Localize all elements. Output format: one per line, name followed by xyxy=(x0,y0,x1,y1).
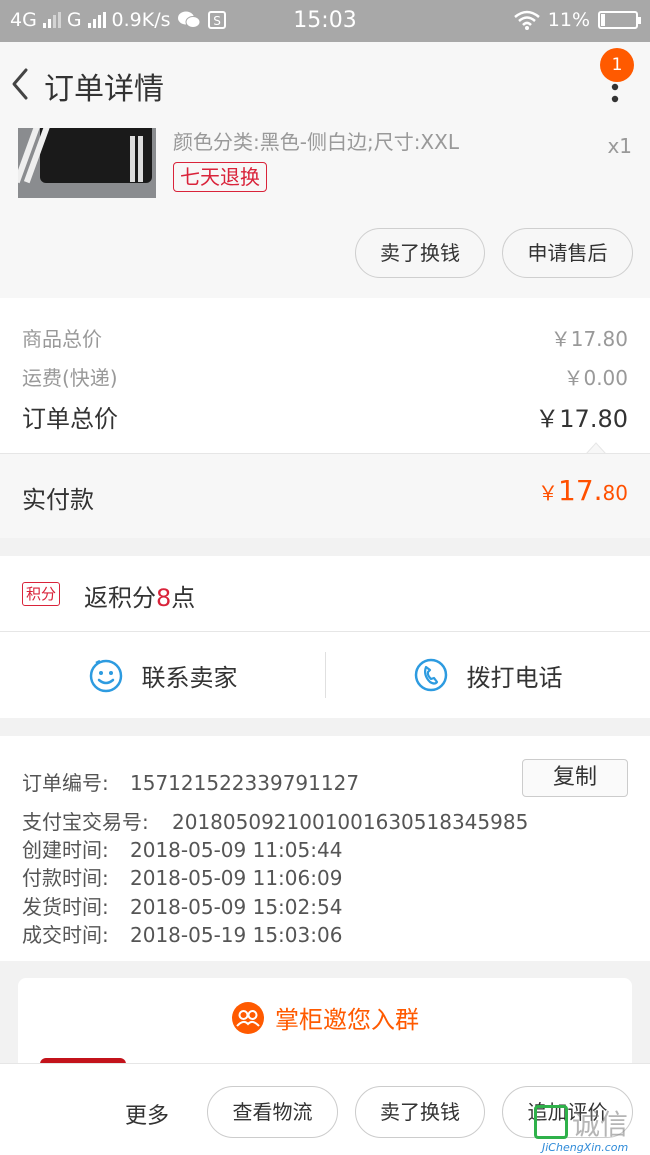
closed-time-value: 2018-05-19 15:03:06 xyxy=(130,923,343,947)
caret-up-icon xyxy=(586,442,606,454)
order-total-row: 订单总价 ￥17.80 xyxy=(22,399,628,434)
shipped-time-label: 发货时间: xyxy=(22,895,109,919)
status-right: 11% xyxy=(513,9,641,31)
more-button[interactable]: 更多 xyxy=(125,1098,169,1130)
actual-paid-row: 实付款 ￥17.80 xyxy=(0,453,650,538)
call-phone-label: 拨打电话 xyxy=(466,663,563,692)
points-row: 积分 返积分8点 xyxy=(0,556,650,632)
status-bar: 4G G 0.9K/s S 15:03 11% xyxy=(0,0,650,42)
product-sku: 颜色分类:黑色-侧白边;尺寸:XXL xyxy=(173,130,459,154)
page-title: 订单详情 xyxy=(44,72,164,107)
phone-icon xyxy=(414,658,447,692)
notification-badge: 1 xyxy=(600,48,634,82)
alipay-number-value: 2018050921001001630518345985 xyxy=(172,810,529,834)
group-icon xyxy=(232,1001,264,1034)
actual-paid-amount: ￥17.80 xyxy=(538,474,628,507)
paid-integer: 17. xyxy=(558,474,603,507)
seven-day-return-tag: 七天退换 xyxy=(173,162,267,192)
wifi-icon xyxy=(513,10,540,30)
join-group-title: 掌柜邀您入群 xyxy=(275,1006,419,1034)
points-value: 8 xyxy=(156,584,172,612)
call-phone-button[interactable]: 拨打电话 xyxy=(325,632,650,718)
paid-time-row: 付款时间: 2018-05-09 11:06:09 xyxy=(22,862,342,891)
join-group-header: 掌柜邀您入群 xyxy=(18,1000,632,1035)
battery-icon xyxy=(598,11,641,29)
back-arrow-icon[interactable] xyxy=(6,64,36,104)
paid-time-label: 付款时间: xyxy=(22,866,109,890)
actual-paid-label: 实付款 xyxy=(22,486,94,514)
goods-total-value: ￥17.80 xyxy=(550,327,628,351)
order-number-label: 订单编号: xyxy=(22,771,109,795)
paid-decimal: 80 xyxy=(602,481,628,505)
closed-time-row: 成交时间: 2018-05-19 15:03:06 xyxy=(22,919,342,948)
points-suffix: 点 xyxy=(171,584,196,612)
alipay-number-label: 支付宝交易号: xyxy=(22,810,149,834)
points-tag: 积分 xyxy=(22,582,61,606)
shipping-value: ￥0.00 xyxy=(563,366,628,390)
shipping-row: 运费(快递) ￥0.00 xyxy=(22,362,628,391)
created-time-label: 创建时间: xyxy=(22,838,109,862)
paid-time-value: 2018-05-09 11:06:09 xyxy=(130,866,343,890)
points-prefix: 返积分 xyxy=(84,584,156,612)
order-total-value: ￥17.80 xyxy=(535,405,628,433)
created-time-row: 创建时间: 2018-05-09 11:05:44 xyxy=(22,834,342,863)
alipay-number-row: 支付宝交易号: 2018050921001001630518345985 xyxy=(22,806,528,835)
chat-face-icon xyxy=(89,659,122,693)
sell-for-cash-button[interactable]: 卖了换钱 xyxy=(355,228,485,278)
created-time-value: 2018-05-09 11:05:44 xyxy=(130,838,343,862)
points-text: 返积分8点 xyxy=(84,578,195,613)
shipping-label: 运费(快递) xyxy=(22,366,118,390)
paid-currency: ￥ xyxy=(538,481,559,505)
site-watermark: 诚信 JiChengXin.com xyxy=(532,1103,650,1155)
product-quantity: x1 xyxy=(607,134,632,158)
order-number-row: 订单编号: 157121522339791127 xyxy=(22,767,359,796)
goods-total-label: 商品总价 xyxy=(22,327,102,351)
contact-seller-label: 联系卖家 xyxy=(141,663,238,692)
closed-time-label: 成交时间: xyxy=(22,923,109,947)
product-thumbnail[interactable] xyxy=(18,128,156,198)
view-logistics-button[interactable]: 查看物流 xyxy=(207,1086,338,1138)
watermark-domain: JiChengXin.com xyxy=(542,1141,629,1154)
product-section: 颜色分类:黑色-侧白边;尺寸:XXL x1 七天退换 卖了换钱 申请售后 xyxy=(0,128,650,298)
price-summary: 商品总价 ￥17.80 运费(快递) ￥0.00 订单总价 ￥17.80 xyxy=(0,298,650,453)
contact-bar: 联系卖家 拨打电话 xyxy=(0,632,650,718)
order-info-section: 订单编号: 157121522339791127 复制 支付宝交易号: 201805… xyxy=(0,736,650,961)
sell-for-cash-bottom-button[interactable]: 卖了换钱 xyxy=(355,1086,485,1138)
order-total-label: 订单总价 xyxy=(22,405,118,433)
watermark-logo-icon xyxy=(534,1105,568,1139)
navigation-header: 订单详情 1 xyxy=(0,42,650,128)
shipped-time-row: 发货时间: 2018-05-09 15:02:54 xyxy=(22,891,342,920)
after-sale-button[interactable]: 申请售后 xyxy=(502,228,633,278)
goods-total-row: 商品总价 ￥17.80 xyxy=(22,323,628,352)
shipped-time-value: 2018-05-09 15:02:54 xyxy=(130,895,343,919)
battery-percent: 11% xyxy=(547,9,590,31)
order-number-value: 157121522339791127 xyxy=(130,771,360,795)
copy-button[interactable]: 复制 xyxy=(522,759,628,797)
contact-seller-button[interactable]: 联系卖家 xyxy=(0,632,325,718)
watermark-text: 诚信 xyxy=(572,1108,629,1141)
